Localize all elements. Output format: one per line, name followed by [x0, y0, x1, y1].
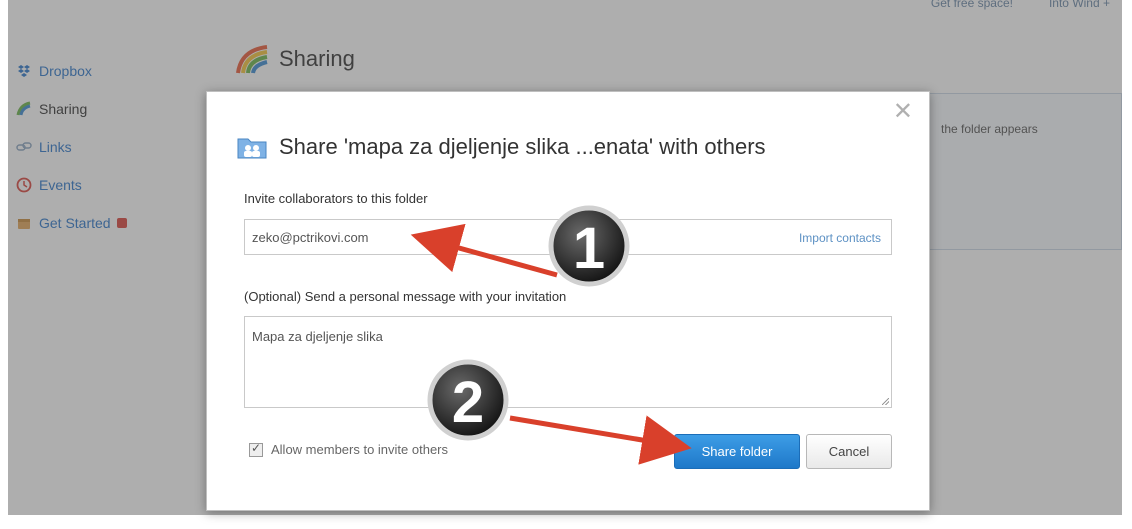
step-two-badge: 2 [427, 359, 509, 441]
arrow-to-email-input [410, 223, 558, 278]
svg-text:2: 2 [452, 370, 484, 435]
svg-text:1: 1 [573, 216, 605, 281]
step-one-badge: 1 [548, 205, 630, 287]
annotation-layer: 1 2 [410, 205, 692, 465]
arrow-to-share-button [509, 415, 692, 465]
